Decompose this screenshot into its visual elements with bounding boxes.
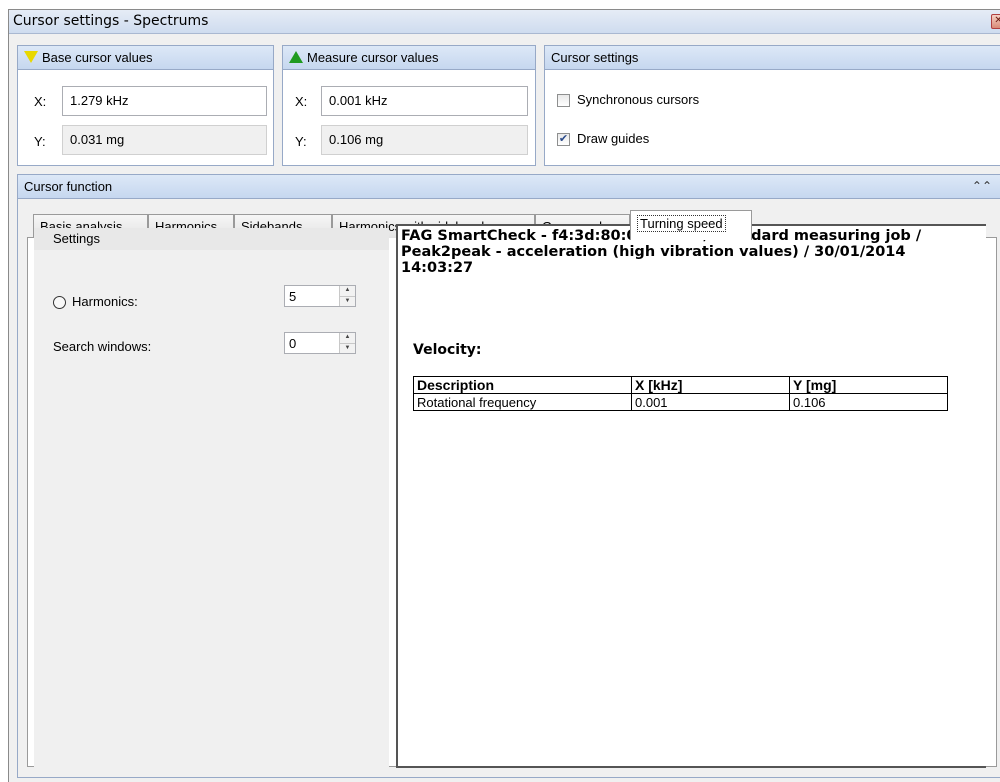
measure-y-field[interactable]: 0.106 mg <box>321 125 528 155</box>
window-title: Cursor settings - Spectrums <box>13 13 209 29</box>
tab-turning-speed-label: Turning speed <box>637 215 726 232</box>
stepper-up-icon[interactable]: ▲ <box>340 333 355 343</box>
yellow-down-triangle-icon <box>24 51 38 63</box>
cursor-function-header[interactable]: Cursor function ⌃⌃ <box>18 175 1000 199</box>
report-panel: FAG SmartCheck - f4:3d:80:00:18:e6 / Sta… <box>396 224 986 768</box>
harmonics-label: Harmonics: <box>72 294 138 309</box>
cursor-settings-group: Cursor settings Synchronous cursors ✔ Dr… <box>544 45 1000 166</box>
stepper-down-icon[interactable]: ▼ <box>340 343 355 353</box>
close-icon[interactable]: ✕ <box>991 14 1000 29</box>
draw-guides-checkbox[interactable]: ✔ <box>557 133 570 146</box>
measure-x-field[interactable]: 0.001 kHz <box>321 86 528 116</box>
col-description: Description <box>413 376 632 394</box>
draw-guides-label[interactable]: Draw guides <box>577 131 649 146</box>
base-cursor-header: Base cursor values <box>18 46 273 70</box>
cell-y: 0.106 <box>789 393 948 411</box>
measure-cursor-header-label: Measure cursor values <box>307 50 439 65</box>
cell-description: Rotational frequency <box>413 393 632 411</box>
harmonics-stepper-buttons: ▲ ▼ <box>339 286 355 306</box>
stepper-down-icon[interactable]: ▼ <box>340 296 355 306</box>
cursor-function-title: Cursor function <box>24 179 113 194</box>
base-y-field[interactable]: 0.031 mg <box>62 125 267 155</box>
harmonics-value: 5 <box>289 289 297 304</box>
search-windows-stepper[interactable]: 0 ▲ ▼ <box>284 332 356 354</box>
results-table: Description X [kHz] Y [mg] Rotational fr… <box>413 376 948 411</box>
synchronous-cursors-checkbox[interactable] <box>557 94 570 107</box>
stepper-up-icon[interactable]: ▲ <box>340 286 355 296</box>
report-subtitle: Velocity: <box>413 342 482 358</box>
col-x: X [kHz] <box>631 376 790 394</box>
base-x-field[interactable]: 1.279 kHz <box>62 86 267 116</box>
harmonics-stepper[interactable]: 5 ▲ ▼ <box>284 285 356 307</box>
table-row: Rotational frequency 0.001 0.106 <box>413 393 948 411</box>
measure-cursor-header: Measure cursor values <box>283 46 535 70</box>
base-x-label: X: <box>34 94 47 109</box>
measure-cursor-group: Measure cursor values X: 0.001 kHz Y: 0.… <box>282 45 536 166</box>
harmonics-radio[interactable] <box>53 296 66 309</box>
search-windows-value: 0 <box>289 336 297 351</box>
settings-panel: Settings Harmonics: 5 ▲ ▼ Search windows… <box>34 228 389 768</box>
base-cursor-header-label: Base cursor values <box>42 50 153 65</box>
measure-y-label: Y: <box>295 134 307 149</box>
synchronous-cursors-label[interactable]: Synchronous cursors <box>577 92 699 107</box>
search-windows-label: Search windows: <box>53 339 152 354</box>
tab-turning-speed[interactable]: Turning speed <box>630 210 752 240</box>
cursor-settings-header: Cursor settings <box>545 46 1000 70</box>
settings-header: Settings <box>34 228 389 250</box>
table-header-row: Description X [kHz] Y [mg] <box>413 376 948 394</box>
cell-x: 0.001 <box>631 393 790 411</box>
green-up-triangle-icon <box>289 51 303 63</box>
base-cursor-group: Base cursor values X: 1.279 kHz Y: 0.031… <box>17 45 274 166</box>
col-y: Y [mg] <box>789 376 948 394</box>
double-chevron-up-icon[interactable]: ⌃⌃ <box>972 179 992 193</box>
base-y-label: Y: <box>34 134 46 149</box>
title-bar[interactable]: Cursor settings - Spectrums ✕ <box>9 10 1000 34</box>
search-windows-stepper-buttons: ▲ ▼ <box>339 333 355 353</box>
measure-x-label: X: <box>295 94 308 109</box>
